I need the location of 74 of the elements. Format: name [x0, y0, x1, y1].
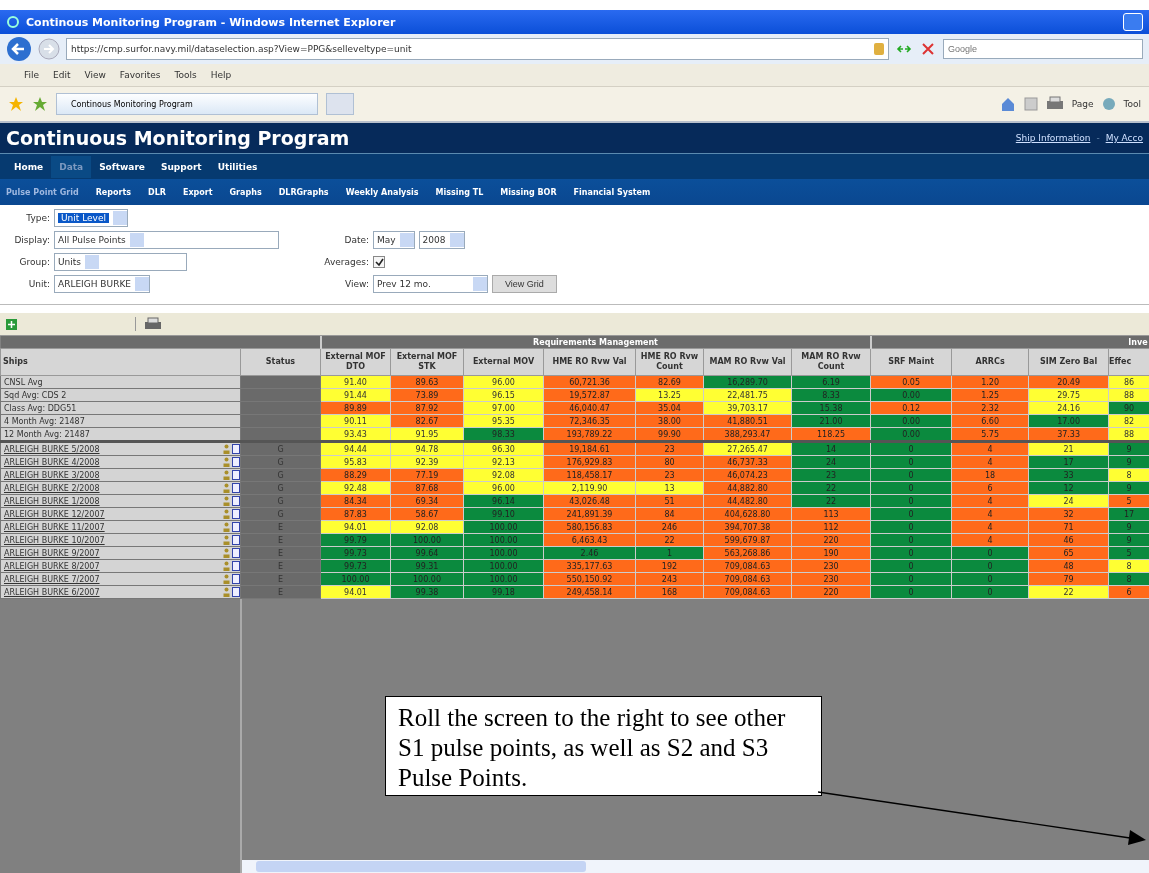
printer-icon[interactable]	[144, 317, 162, 331]
column-header[interactable]: External MOF STK	[390, 348, 464, 376]
lock-icon	[874, 43, 884, 55]
subnav-link[interactable]: DLR	[148, 187, 166, 197]
view-grid-button[interactable]: View Grid	[492, 275, 557, 293]
column-header[interactable]: External MOF DTO	[320, 348, 391, 376]
menu-item[interactable]: File	[24, 70, 40, 80]
star-icon[interactable]	[8, 96, 24, 112]
column-group-header: Inve	[870, 336, 1149, 349]
field-label: Averages:	[323, 257, 369, 267]
column-header[interactable]: HME RO Rvw Count	[635, 348, 704, 376]
menu-item[interactable]: Help	[210, 70, 232, 80]
month-select[interactable]: May	[373, 231, 415, 249]
menu-item[interactable]: View	[84, 70, 106, 80]
subnav-link[interactable]: Reports	[95, 187, 131, 197]
browser-logo-icon	[6, 15, 20, 29]
subnav-link[interactable]: Export	[182, 187, 213, 197]
expand-icon[interactable]	[6, 318, 17, 330]
column-header[interactable]: MAM RO Rvw Val	[703, 348, 792, 376]
printer-icon[interactable]	[1045, 96, 1064, 112]
nav-tab[interactable]: Support	[152, 155, 210, 178]
averages-checkbox[interactable]	[373, 256, 385, 268]
view-select[interactable]: Prev 12 mo.	[373, 275, 488, 293]
field-label: Group:	[18, 257, 50, 267]
year-select[interactable]: 2008	[418, 231, 465, 249]
field-label: View:	[344, 279, 369, 289]
column-header[interactable]: SRF Maint	[870, 348, 952, 376]
subnav-link[interactable]: Missing TL	[435, 187, 484, 197]
column-header[interactable]: MAM RO Rvw Count	[791, 348, 871, 376]
nav-tab[interactable]: Utilities	[209, 155, 266, 178]
column-header[interactable]: Status	[240, 348, 321, 376]
tools-menu[interactable]: Tool	[1123, 99, 1141, 109]
column-header[interactable]: HME RO Rvw Val	[543, 348, 636, 376]
column-header[interactable]: SIM Zero Bal	[1028, 348, 1109, 376]
type-select[interactable]: Unit Level	[54, 209, 128, 227]
menu-item[interactable]: Edit	[53, 70, 71, 80]
display-select[interactable]: All Pulse Points	[54, 231, 279, 249]
subnav-link[interactable]: Missing BOR	[500, 187, 557, 197]
app-title: Continuous Monitoring Program	[6, 127, 350, 149]
field-label: Unit:	[27, 279, 50, 289]
back-icon[interactable]	[6, 36, 32, 62]
horizontal-scrollbar[interactable]	[242, 860, 1149, 873]
column-header[interactable]: Effec	[1108, 348, 1149, 376]
group-select[interactable]: Units	[54, 253, 187, 271]
forward-icon[interactable]	[38, 38, 60, 60]
add-favorite-icon[interactable]	[32, 96, 48, 112]
column-group-header: Requirements Management	[320, 336, 871, 349]
menu-item[interactable]: Favorites	[119, 70, 161, 80]
nav-tab[interactable]: Home	[6, 155, 52, 178]
link-separator: -	[1096, 133, 1100, 143]
column-header[interactable]: Ships	[0, 348, 241, 376]
page-menu[interactable]: Page	[1071, 99, 1094, 109]
minimize-button[interactable]	[1123, 13, 1143, 31]
window-title: Continous Monitoring Program - Windows Internet Explorer	[26, 15, 396, 29]
field-label: Display:	[13, 235, 50, 245]
subnav-link[interactable]: Financial System	[573, 187, 651, 197]
field-label: Date:	[343, 235, 369, 245]
column-header[interactable]: External MOV	[463, 348, 544, 376]
subnav-link[interactable]: Weekly Analysis	[345, 187, 419, 197]
field-label: Type:	[25, 213, 50, 223]
search-field[interactable]: Google	[943, 39, 1143, 59]
unit-select[interactable]: ARLEIGH BURKE	[54, 275, 150, 293]
subnav-link[interactable]: Graphs	[229, 187, 262, 197]
nav-tab[interactable]: Software	[91, 155, 153, 178]
home-icon[interactable]	[999, 96, 1016, 112]
menu-item[interactable]: Tools	[174, 70, 197, 80]
address-field[interactable]: https://cmp.surfor.navy.mil/dataselection.asp?View=PPG&selleveltype=unit	[66, 38, 889, 60]
header-link[interactable]: Ship Information	[1015, 133, 1091, 143]
callout-note: Roll the screen to the right to see other S1 pulse points, as well as S2 and S3 Pulse Points.	[385, 696, 822, 796]
browser-tab[interactable]: Continous Monitoring Program	[56, 93, 318, 115]
subnav-link[interactable]: Pulse Point Grid	[6, 187, 79, 197]
header-link[interactable]: My Acco	[1105, 133, 1143, 143]
column-header[interactable]: ARRCs	[951, 348, 1029, 376]
subnav-link[interactable]: DLRGraphs	[278, 187, 329, 197]
